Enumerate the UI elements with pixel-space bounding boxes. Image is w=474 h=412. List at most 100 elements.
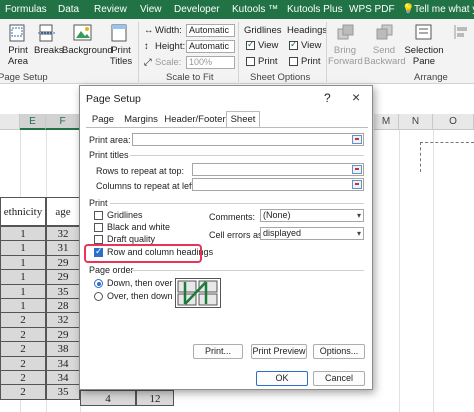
down-then-over-label: Down, then over xyxy=(107,278,173,288)
column-header-n[interactable]: N xyxy=(399,114,433,130)
table-cell[interactable]: 2 xyxy=(0,312,46,328)
print-titles-button[interactable]: Print Titles xyxy=(108,45,134,67)
range-picker-icon[interactable] xyxy=(352,165,362,174)
table-cell[interactable]: 35 xyxy=(46,384,80,400)
tab-data[interactable]: Data xyxy=(58,4,79,15)
tab-header-footer[interactable]: Header/Footer xyxy=(164,112,226,127)
cancel-button[interactable]: Cancel xyxy=(313,371,365,386)
down-then-over-radio[interactable] xyxy=(94,279,103,288)
column-header-e[interactable]: E xyxy=(20,114,46,130)
table-cell[interactable]: 1 xyxy=(0,298,46,314)
ribbon: Print Area Breaks Background Print Title… xyxy=(0,19,474,84)
print-area-icon[interactable] xyxy=(8,23,28,43)
table-cell[interactable]: 28 xyxy=(46,298,80,314)
tab-formulas[interactable]: Formulas xyxy=(5,4,47,15)
black-white-checkbox[interactable] xyxy=(94,223,103,232)
range-picker-icon[interactable] xyxy=(352,135,362,144)
section-divider xyxy=(130,155,364,156)
background-icon[interactable] xyxy=(72,23,94,43)
bring-forward-icon[interactable] xyxy=(336,23,356,41)
tab-kutools[interactable]: Kutools ™ xyxy=(232,4,278,15)
table-cell[interactable]: 32 xyxy=(46,312,80,328)
tab-margins[interactable]: Margins xyxy=(122,112,160,127)
gridlines-print-checkbox[interactable] xyxy=(246,57,255,66)
comments-value: (None) xyxy=(263,210,291,220)
height-dropdown[interactable]: Automatic xyxy=(186,40,235,53)
range-picker-icon[interactable] xyxy=(352,180,362,189)
options-button[interactable]: Options... xyxy=(313,344,365,359)
scale-spinner[interactable]: 100% xyxy=(186,56,235,69)
selection-pane-icon[interactable] xyxy=(414,23,434,41)
page-order-preview-icon xyxy=(175,278,221,308)
send-backward-button[interactable]: Send Backward xyxy=(364,45,406,67)
table-cell[interactable]: 31 xyxy=(46,240,80,256)
table-cell[interactable]: 29 xyxy=(46,254,80,271)
background-button[interactable]: Background xyxy=(62,45,113,56)
tab-wps-pdf[interactable]: WPS PDF xyxy=(349,4,395,15)
table-cell[interactable]: 32 xyxy=(46,226,80,242)
draft-quality-label: Draft quality xyxy=(107,234,156,244)
tab-sheet[interactable]: Sheet xyxy=(226,111,260,128)
column-header-o[interactable]: O xyxy=(433,114,474,130)
table-cell[interactable]: 1 xyxy=(0,254,46,271)
send-backward-icon[interactable] xyxy=(375,23,395,41)
tab-page[interactable]: Page xyxy=(88,112,118,127)
width-dropdown[interactable]: Automatic xyxy=(186,24,235,37)
print-button[interactable]: Print... xyxy=(193,344,243,359)
table-cell[interactable]: 29 xyxy=(46,326,80,343)
tell-me-box[interactable]: Tell me what you xyxy=(414,4,474,15)
over-then-down-radio[interactable] xyxy=(94,292,103,301)
help-button[interactable]: ? xyxy=(324,91,331,105)
tab-review[interactable]: Review xyxy=(94,4,127,15)
headings-view-checkbox[interactable] xyxy=(289,39,298,50)
table-cell[interactable]: 1 xyxy=(0,240,46,256)
print-titles-icon[interactable] xyxy=(110,23,130,43)
table-cell[interactable]: 2 xyxy=(0,370,46,386)
chevron-down-icon: ▾ xyxy=(356,229,361,238)
table-cell[interactable]: 2 xyxy=(0,384,46,400)
header-cell-ethnicity[interactable]: ethnicity xyxy=(0,197,46,226)
table-cell[interactable]: 1 xyxy=(0,283,46,299)
print-area-input[interactable] xyxy=(132,133,364,146)
table-cell[interactable]: 2 xyxy=(0,355,46,371)
tab-view[interactable]: View xyxy=(140,4,162,15)
selection-pane-button[interactable]: Selection Pane xyxy=(404,45,444,67)
select-all-corner[interactable] xyxy=(0,114,20,130)
page-setup-dialog: Page Setup ? × Page Margins Header/Foote… xyxy=(79,85,373,390)
cols-repeat-input[interactable] xyxy=(192,178,364,191)
headings-print-checkbox[interactable] xyxy=(289,57,298,66)
table-cell[interactable]: 34 xyxy=(46,370,80,386)
table-cell[interactable]: 38 xyxy=(46,341,80,357)
dialog-title: Page Setup xyxy=(86,93,141,105)
table-cell[interactable]: 1 xyxy=(0,269,46,285)
ribbon-separator xyxy=(238,22,239,82)
ok-button[interactable]: OK xyxy=(256,371,308,386)
table-cell[interactable]: 4 xyxy=(80,390,136,406)
table-cell[interactable]: 35 xyxy=(46,283,80,299)
align-icon[interactable] xyxy=(452,23,472,41)
table-cell[interactable]: 34 xyxy=(46,355,80,371)
table-cell[interactable]: 2 xyxy=(0,341,46,357)
tab-kutools-plus[interactable]: Kutools Plus xyxy=(287,4,343,15)
table-cell[interactable]: 12 xyxy=(136,390,174,406)
rows-repeat-input[interactable] xyxy=(192,163,364,176)
comments-dropdown[interactable]: (None) ▾ xyxy=(260,209,364,222)
column-header-f[interactable]: F xyxy=(46,114,80,130)
height-label: Height: xyxy=(155,41,186,52)
print-area-button[interactable]: Print Area xyxy=(5,45,31,67)
bring-forward-button[interactable]: Bring Forward xyxy=(328,45,363,67)
table-cell[interactable]: 1 xyxy=(0,226,46,242)
close-button[interactable]: × xyxy=(352,89,360,105)
column-header-m[interactable]: M xyxy=(374,114,399,130)
header-cell-age[interactable]: age xyxy=(46,197,80,226)
table-cell[interactable]: 29 xyxy=(46,269,80,285)
gridlines-checkbox[interactable] xyxy=(94,211,103,220)
breaks-button[interactable]: Breaks xyxy=(34,45,64,56)
table-cell[interactable]: 2 xyxy=(0,326,46,343)
draft-quality-checkbox[interactable] xyxy=(94,235,103,244)
print-preview-button[interactable]: Print Preview xyxy=(251,344,307,359)
breaks-icon[interactable] xyxy=(37,23,57,43)
cell-errors-dropdown[interactable]: displayed ▾ xyxy=(260,227,364,240)
tab-developer[interactable]: Developer xyxy=(174,4,220,15)
gridlines-view-checkbox[interactable] xyxy=(246,39,255,50)
